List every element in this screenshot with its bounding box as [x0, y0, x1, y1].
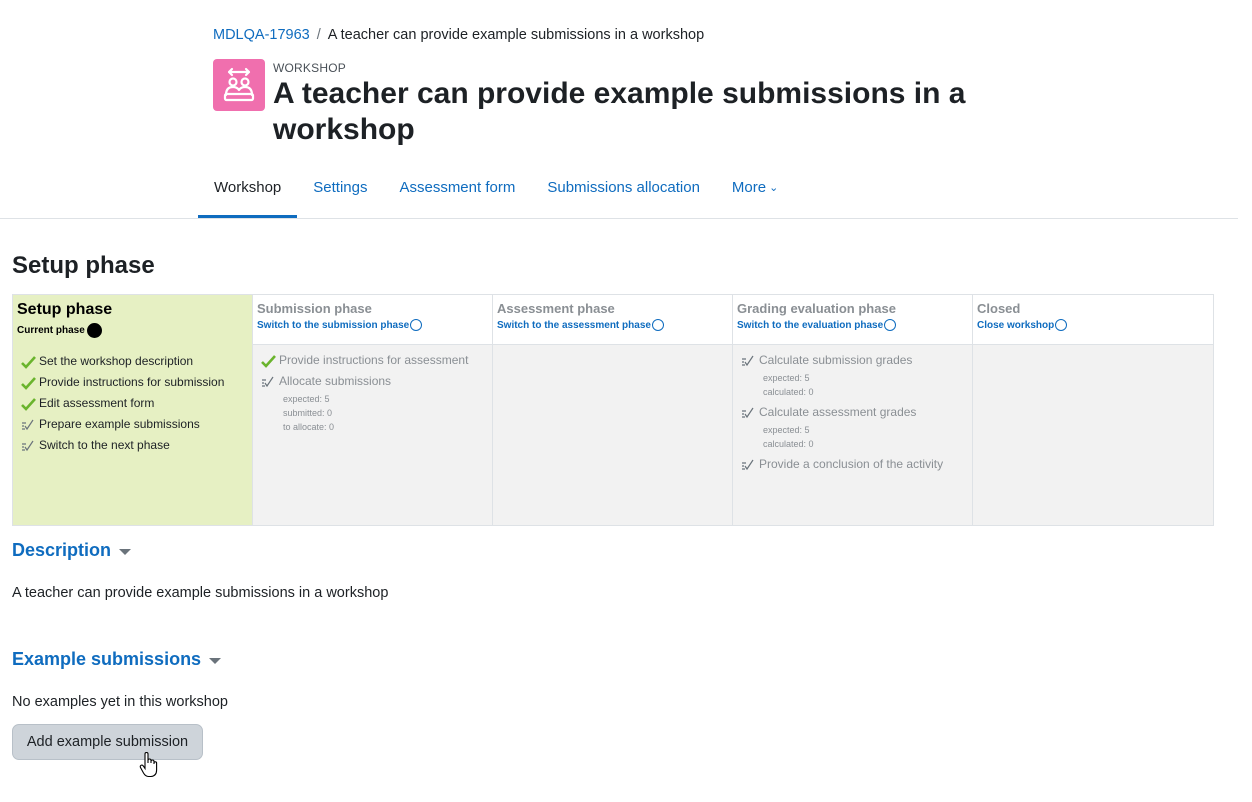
close-workshop-link[interactable]: Close workshop — [977, 319, 1213, 331]
example-submissions-title: Example submissions — [12, 649, 202, 669]
todo-icon — [737, 457, 759, 473]
breadcrumb-course-link[interactable]: MDLQA-17963 — [213, 27, 310, 43]
task-item: Provide instructions for assessment — [257, 353, 492, 369]
task-item: Set the workshop description — [17, 354, 252, 370]
current-phase-dot-icon — [86, 323, 102, 338]
detail-line: to allocate: 0 — [283, 422, 335, 432]
breadcrumb-separator: / — [316, 27, 321, 43]
tab-assessment-form[interactable]: Assessment form — [383, 160, 531, 218]
task-label: Provide instructions for assessment — [279, 353, 469, 367]
phase-name: Submission phase — [257, 301, 372, 316]
tab-workshop[interactable]: Workshop — [198, 160, 298, 218]
switch-phase-circle-icon — [1055, 319, 1068, 331]
switch-to-evaluation-phase-link[interactable]: Switch to the evaluation phase — [737, 319, 972, 331]
check-icon — [17, 375, 39, 391]
no-examples-text: No examples yet in this workshop — [12, 694, 228, 710]
caret-down-icon — [209, 657, 222, 664]
task-label: Provide instructions for submission — [39, 375, 225, 389]
switch-to-submission-phase-link[interactable]: Switch to the submission phase — [257, 319, 492, 331]
tab-more-label: More — [731, 179, 767, 196]
task-label: Set the workshop description — [39, 354, 194, 368]
check-icon — [17, 354, 39, 370]
secondary-navigation: Workshop Settings Assessment form Submis… — [198, 160, 794, 218]
detail-line: expected: 5 — [763, 425, 810, 435]
current-phase-heading: Setup phase — [12, 252, 155, 279]
phase-name: Closed — [977, 301, 1021, 316]
switch-phase-circle-icon — [651, 319, 664, 331]
phase-name: Assessment phase — [497, 301, 615, 316]
switch-phase-label: Close workshop — [977, 319, 1055, 331]
task-item: Provide a conclusion of the activity — [737, 457, 972, 473]
task-item: Prepare example submissions — [17, 417, 252, 433]
description-title: Description — [12, 540, 112, 560]
todo-icon — [17, 438, 39, 454]
tab-more[interactable]: More ⌄ — [716, 160, 794, 218]
todo-icon — [257, 374, 279, 390]
phase-submission: Submission phase Switch to the submissio… — [253, 295, 493, 525]
task-label: Prepare example submissions — [39, 417, 200, 431]
phase-setup: Setup phase Current phase Set the worksh… — [13, 295, 253, 525]
task-item: Edit assessment form — [17, 396, 252, 412]
current-phase-indicator: Current phase — [17, 323, 252, 338]
task-details: expected: 5 submitted: 0 to allocate: 0 — [283, 392, 492, 434]
phase-grading-evaluation: Grading evaluation phase Switch to the e… — [733, 295, 973, 525]
page-title: A teacher can provide example submission… — [273, 77, 966, 146]
task-details: expected: 5 calculated: 0 — [763, 371, 972, 399]
phase-name: Grading evaluation phase — [737, 301, 896, 316]
breadcrumb-current: A teacher can provide example submission… — [327, 27, 705, 43]
phase-name: Setup phase — [17, 301, 113, 318]
tab-submissions-allocation[interactable]: Submissions allocation — [531, 160, 716, 218]
switch-phase-label: Switch to the submission phase — [257, 319, 410, 331]
task-item: Switch to the next phase — [17, 438, 252, 454]
switch-to-assessment-phase-link[interactable]: Switch to the assessment phase — [497, 319, 732, 331]
module-type-label: WORKSHOP — [273, 61, 346, 75]
detail-line: calculated: 0 — [763, 439, 814, 449]
nav-divider — [0, 218, 1238, 219]
detail-line: submitted: 0 — [283, 408, 333, 418]
description-text: A teacher can provide example submission… — [12, 585, 389, 601]
switch-phase-label: Switch to the evaluation phase — [737, 319, 884, 331]
current-phase-label: Current phase — [17, 325, 85, 336]
task-label: Calculate assessment grades — [759, 405, 917, 419]
detail-line: expected: 5 — [763, 373, 810, 383]
chevron-down-icon: ⌄ — [769, 182, 779, 194]
breadcrumb: MDLQA-17963 / A teacher can provide exampl… — [213, 27, 704, 43]
task-details: expected: 5 calculated: 0 — [763, 423, 972, 451]
detail-line: expected: 5 — [283, 394, 330, 404]
task-item: Provide instructions for submission — [17, 375, 252, 391]
example-submissions-section-toggle[interactable]: Example submissions — [12, 649, 222, 670]
hand-cursor-icon — [139, 751, 159, 783]
switch-phase-circle-icon — [884, 319, 897, 331]
caret-down-icon — [119, 548, 132, 555]
task-label: Provide a conclusion of the activity — [759, 457, 944, 471]
description-section-toggle[interactable]: Description — [12, 540, 132, 561]
phase-assessment: Assessment phase Switch to the assessmen… — [493, 295, 733, 525]
tab-settings[interactable]: Settings — [297, 160, 383, 218]
task-item: Calculate assessment grades — [737, 405, 972, 421]
task-label: Allocate submissions — [279, 374, 392, 388]
task-label: Switch to the next phase — [39, 438, 170, 452]
task-label: Edit assessment form — [39, 396, 155, 410]
todo-icon — [737, 353, 759, 369]
phase-closed: Closed Close workshop — [973, 295, 1213, 525]
check-icon — [257, 353, 279, 369]
check-icon — [17, 396, 39, 412]
task-label: Calculate submission grades — [759, 353, 913, 367]
workshop-icon — [213, 59, 265, 111]
task-item: Calculate submission grades — [737, 353, 972, 369]
workshop-userplan: Setup phase Current phase Set the worksh… — [12, 294, 1214, 526]
task-item: Allocate submissions — [257, 374, 492, 390]
todo-icon — [737, 405, 759, 421]
switch-phase-label: Switch to the assessment phase — [497, 319, 651, 331]
switch-phase-circle-icon — [410, 319, 423, 331]
detail-line: calculated: 0 — [763, 387, 814, 397]
add-example-submission-button[interactable]: Add example submission — [12, 724, 203, 760]
todo-icon — [17, 417, 39, 433]
